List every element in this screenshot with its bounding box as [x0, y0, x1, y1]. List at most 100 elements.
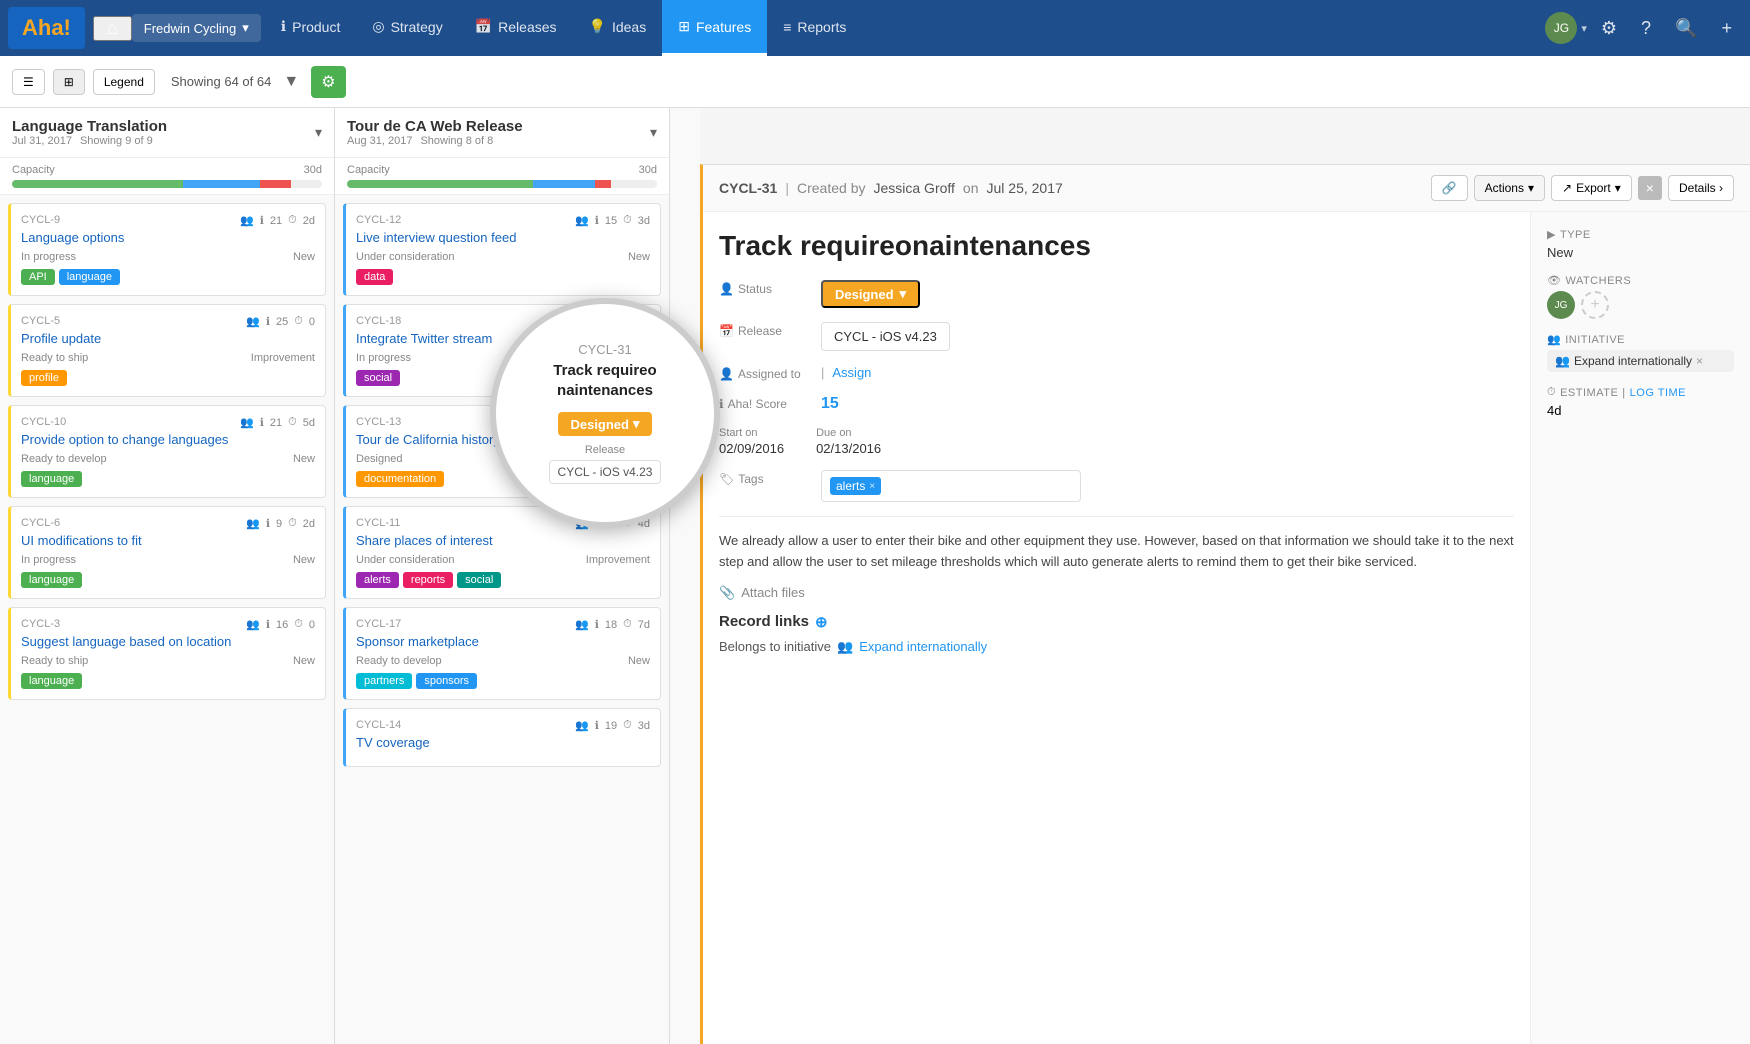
- tag[interactable]: language: [21, 673, 82, 689]
- attach-label[interactable]: Attach files: [741, 585, 805, 600]
- card-title[interactable]: Sponsor marketplace: [356, 634, 650, 649]
- card-type: New: [293, 554, 315, 566]
- status-badge[interactable]: Designed ▾: [821, 280, 920, 308]
- card-footer: In progress New: [21, 554, 315, 566]
- log-time-link[interactable]: Log time: [1630, 387, 1686, 399]
- record-links-add-icon[interactable]: ⊕: [815, 613, 828, 631]
- card-title[interactable]: Share places of interest: [356, 533, 650, 548]
- actions-label: Actions: [1485, 181, 1524, 195]
- tag[interactable]: partners: [356, 673, 412, 689]
- card-tags: API language: [21, 269, 315, 285]
- people-icon: 👥: [246, 315, 260, 328]
- initiative-section-icon: 👥: [1547, 333, 1561, 346]
- nav-item-strategy[interactable]: ◎ Strategy: [356, 0, 458, 56]
- status-value: Designed ▾: [821, 280, 920, 308]
- detail-header-right: 🔗 Actions ▾ ↗ Export ▾ × Details ›: [1431, 175, 1734, 201]
- card-title[interactable]: Profile update: [21, 331, 315, 346]
- col-dropdown-0[interactable]: ▾: [315, 124, 322, 141]
- card-title[interactable]: Suggest language based on location: [21, 634, 315, 649]
- workspace-selector[interactable]: Fredwin Cycling ▾: [132, 14, 261, 42]
- details-button[interactable]: Details ›: [1668, 175, 1734, 201]
- search-button[interactable]: 🔍: [1665, 10, 1707, 47]
- nav-label-releases: Releases: [498, 19, 556, 35]
- card-title[interactable]: TV coverage: [356, 735, 650, 750]
- tag[interactable]: data: [356, 269, 393, 285]
- card-title[interactable]: Provide option to change languages: [21, 432, 315, 447]
- estimate-icon: ⏱: [1547, 386, 1556, 399]
- start-on-value[interactable]: 02/09/2016: [719, 441, 784, 456]
- tag[interactable]: profile: [21, 370, 67, 386]
- tags-input[interactable]: alerts ×: [821, 470, 1081, 502]
- tag-remove-icon[interactable]: ×: [869, 481, 875, 492]
- initiative-remove-icon[interactable]: ×: [1696, 354, 1703, 368]
- gear-icon: ⚙: [321, 74, 335, 91]
- actions-button[interactable]: Actions ▾: [1474, 175, 1545, 201]
- close-button[interactable]: ×: [1638, 176, 1662, 200]
- due-on-value[interactable]: 02/13/2016: [816, 441, 881, 456]
- avatar[interactable]: JG: [1545, 12, 1577, 44]
- count2: 7d: [638, 619, 650, 631]
- releases-icon: 📅: [475, 18, 492, 35]
- view-grid-button[interactable]: ⊞: [53, 69, 85, 95]
- mag-status-icon: ▾: [633, 416, 640, 432]
- capacity-label-1: Capacity: [347, 164, 390, 176]
- initiative-section-title: 👥 Initiative: [1547, 333, 1734, 346]
- status-dropdown-icon: ▾: [900, 286, 907, 302]
- view-list-button[interactable]: ☰: [12, 69, 45, 95]
- score-label-text: Aha! Score: [728, 397, 787, 411]
- tag[interactable]: API: [21, 269, 55, 285]
- nav-item-releases[interactable]: 📅 Releases: [459, 0, 573, 56]
- card-cycl-3: CYCL-3 👥 ℹ 16 ⏱ 0 Suggest language based…: [8, 607, 326, 700]
- nav-item-features[interactable]: ⊞ Features: [662, 0, 767, 56]
- tag[interactable]: social: [356, 370, 400, 386]
- tag-text: alerts: [836, 479, 865, 493]
- card-cycl-17: CYCL-17 👥 ℹ 18 ⏱ 7d Sponsor marketplace …: [343, 607, 661, 700]
- col-date-0: Jul 31, 2017: [12, 135, 72, 147]
- card-icons: 👥 ℹ 9 ⏱ 2d: [246, 517, 315, 530]
- export-icon: ↗: [1562, 181, 1572, 195]
- count2: 2d: [303, 518, 315, 530]
- tag[interactable]: social: [457, 572, 501, 588]
- nav-item-product[interactable]: ℹ Product: [265, 0, 357, 56]
- tag[interactable]: language: [59, 269, 120, 285]
- logo[interactable]: Aha!: [8, 7, 85, 49]
- card-footer: Under consideration Improvement: [356, 554, 650, 566]
- tags-icon: 🏷: [719, 472, 734, 486]
- people-icon: 👥: [575, 719, 589, 732]
- feature-detail-panel: CYCL-31 | Created by Jessica Groff on Ju…: [700, 164, 1750, 1044]
- add-watcher-button[interactable]: +: [1581, 291, 1609, 319]
- count1: 19: [605, 720, 617, 732]
- status-icon: 👤: [719, 282, 734, 296]
- legend-button[interactable]: Legend: [93, 69, 155, 95]
- tag[interactable]: language: [21, 471, 82, 487]
- add-button[interactable]: +: [1711, 10, 1742, 47]
- nav-item-ideas[interactable]: 💡 Ideas: [573, 0, 663, 56]
- home-button[interactable]: ⌂: [93, 16, 132, 41]
- tag[interactable]: reports: [403, 572, 453, 588]
- tag[interactable]: language: [21, 572, 82, 588]
- type-section-title: ▶ Type: [1547, 228, 1734, 241]
- score-label-col: ℹ Aha! Score: [719, 395, 809, 411]
- assign-link[interactable]: Assign: [832, 365, 871, 380]
- filter-button[interactable]: ▼: [279, 69, 303, 95]
- card-icons: 👥 ℹ 15 ⏱ 3d: [575, 214, 650, 227]
- col-dropdown-1[interactable]: ▾: [650, 124, 657, 141]
- detail-content: Track requireonaintenances 👤 Status Desi…: [703, 212, 1530, 1044]
- help-button[interactable]: ?: [1631, 10, 1661, 47]
- card-title[interactable]: Live interview question feed: [356, 230, 650, 245]
- score-value[interactable]: 15: [821, 395, 839, 413]
- nav-item-reports[interactable]: ≡ Reports: [767, 0, 862, 56]
- card-title[interactable]: UI modifications to fit: [21, 533, 315, 548]
- belongs-to-link[interactable]: Expand internationally: [859, 639, 987, 654]
- tag[interactable]: documentation: [356, 471, 444, 487]
- avatar-chevron-icon: ▾: [1581, 22, 1587, 35]
- settings-button[interactable]: ⚙: [1591, 10, 1627, 47]
- export-button[interactable]: ↗ Export ▾: [1551, 175, 1632, 201]
- tag[interactable]: sponsors: [416, 673, 477, 689]
- estimate-section: ⏱ Estimate | Log time 4d: [1547, 386, 1734, 418]
- tag[interactable]: alerts: [356, 572, 399, 588]
- settings-green-button[interactable]: ⚙: [311, 66, 345, 98]
- link-button[interactable]: 🔗: [1431, 175, 1468, 201]
- release-value[interactable]: CYCL - iOS v4.23: [821, 322, 950, 351]
- card-title[interactable]: Language options: [21, 230, 315, 245]
